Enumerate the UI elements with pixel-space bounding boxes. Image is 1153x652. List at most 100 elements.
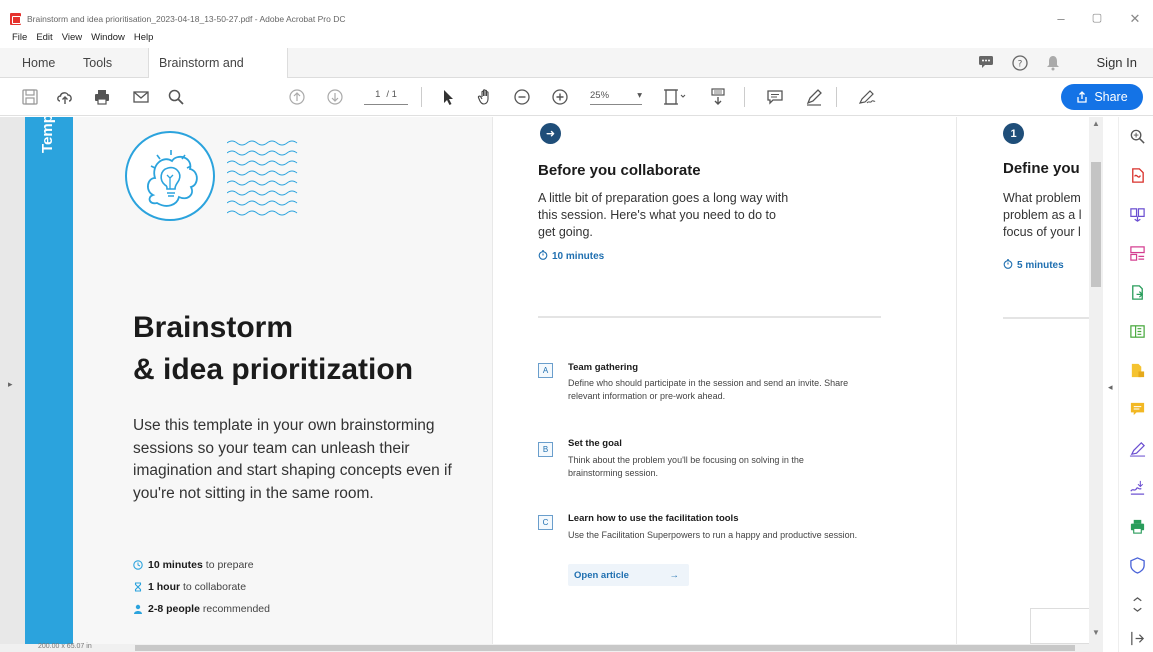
notification-bell-icon[interactable] xyxy=(1046,55,1060,74)
save-icon[interactable] xyxy=(20,87,40,107)
next-page-icon[interactable] xyxy=(325,87,345,107)
item-title-facilitation-tools: Learn how to use the facilitation tools xyxy=(568,513,739,524)
zoom-level-value: 25% xyxy=(590,90,610,101)
highlight-pen-icon[interactable] xyxy=(804,87,824,107)
item-letter-b: B xyxy=(538,442,553,457)
item-desc-facilitation-tools: Use the Facilitation Superpowers to run … xyxy=(568,530,858,540)
stat-collaborate-label: to collaborate xyxy=(180,581,247,593)
page-title-line-1: Brainstorm xyxy=(133,311,294,344)
menu-view[interactable]: View xyxy=(62,32,82,43)
duration-label: 10 minutes xyxy=(538,250,604,263)
restore-button[interactable]: ▢ xyxy=(1087,11,1107,24)
search-icon[interactable] xyxy=(166,87,186,107)
toolbar-divider xyxy=(836,87,837,107)
combine-files-icon[interactable] xyxy=(1128,322,1146,340)
person-icon xyxy=(133,604,143,614)
horizontal-scrollbar[interactable] xyxy=(0,644,1103,652)
open-article-label: Open article xyxy=(574,569,629,581)
scroll-up-arrow-icon[interactable]: ▲ xyxy=(1092,119,1100,128)
tab-tools[interactable]: Tools xyxy=(73,48,122,78)
scroll-down-arrow-icon[interactable]: ▼ xyxy=(1092,628,1100,637)
send-for-signature-icon[interactable] xyxy=(1128,478,1146,496)
vertical-scrollbar[interactable] xyxy=(1089,117,1103,644)
page-number-field[interactable]: 1 / 1 xyxy=(364,89,408,105)
comment-icon[interactable] xyxy=(765,87,785,107)
page-size-readout: 200.00 x 65.07 in xyxy=(38,643,92,650)
comment-chat-icon[interactable] xyxy=(978,55,994,72)
previous-page-icon[interactable] xyxy=(287,87,307,107)
page-fit-icon[interactable] xyxy=(662,87,688,107)
stat-people-label: recommended xyxy=(199,603,270,615)
tab-bar: Home Tools Brainstorm and ide...× ? Sign… xyxy=(0,48,1153,100)
window-title-text: Brainstorm and idea prioritisation_2023-… xyxy=(27,14,346,24)
share-button[interactable]: Share xyxy=(1061,84,1143,110)
export-pdf-icon[interactable] xyxy=(1128,166,1146,184)
collapse-panel-icon[interactable] xyxy=(1128,629,1146,647)
close-window-button[interactable]: ✕ xyxy=(1125,11,1145,27)
tab-home[interactable]: Home xyxy=(12,48,65,78)
vertical-scroll-thumb[interactable] xyxy=(1091,162,1101,287)
zoom-out-icon[interactable] xyxy=(512,87,532,107)
request-signatures-icon[interactable] xyxy=(1128,361,1146,379)
upload-cloud-icon[interactable] xyxy=(55,87,75,107)
open-article-button[interactable]: Open article → xyxy=(568,564,689,586)
menu-file[interactable]: File xyxy=(12,32,27,43)
stat-people-value: 2-8 people xyxy=(148,603,200,615)
zoom-search-icon[interactable] xyxy=(1128,127,1146,145)
create-pdf-icon[interactable] xyxy=(1128,283,1146,301)
stat-people: 2-8 people recommended xyxy=(133,603,270,615)
clock-icon xyxy=(133,560,143,570)
stat-prepare-label: to prepare xyxy=(202,559,254,571)
right-tools-rail xyxy=(1118,117,1153,652)
sign-in-link[interactable]: Sign In xyxy=(1097,55,1137,70)
toolbar-divider xyxy=(421,87,422,107)
tab-document[interactable]: Brainstorm and ide...× xyxy=(148,48,288,100)
section-description: A little bit of preparation goes a long … xyxy=(538,191,789,239)
menu-edit[interactable]: Edit xyxy=(36,32,52,43)
fill-sign-icon[interactable] xyxy=(857,87,877,107)
duration-value: 10 minutes xyxy=(552,251,605,262)
select-cursor-icon[interactable] xyxy=(438,87,458,107)
document-viewport[interactable]: ▸ Temp Brainstorm & idea prioritization … xyxy=(0,117,1093,644)
scroll-mode-icon[interactable] xyxy=(708,87,728,107)
minimize-button[interactable]: – xyxy=(1051,11,1071,26)
stat-prepare: 10 minutes to prepare xyxy=(133,559,254,571)
page-title: Brainstorm & idea prioritization xyxy=(133,307,413,391)
item-desc-set-goal: Think about the problem you'll be focusi… xyxy=(568,455,804,478)
arrow-step-icon: ➜ xyxy=(540,123,561,144)
page-total: / 1 xyxy=(386,89,397,100)
define-desc-line-2: problem as a l xyxy=(1003,208,1082,222)
protect-shield-icon[interactable] xyxy=(1128,556,1146,574)
left-panel-toggle-icon[interactable]: ▸ xyxy=(8,379,13,390)
help-icon[interactable]: ? xyxy=(1012,55,1028,74)
print-production-icon[interactable] xyxy=(1128,517,1146,535)
zoom-level-select[interactable]: 25% ▾ xyxy=(590,90,642,105)
print-icon[interactable] xyxy=(92,87,112,107)
title-bar: Brainstorm and idea prioritisation_2023-… xyxy=(0,0,1153,32)
zoom-in-icon[interactable] xyxy=(550,87,570,107)
arrow-right-icon: → xyxy=(669,569,680,581)
hourglass-icon xyxy=(133,582,143,592)
email-icon[interactable] xyxy=(131,87,151,107)
horizontal-scroll-thumb[interactable] xyxy=(135,645,1075,651)
right-panel-toggle-icon[interactable]: ◂ xyxy=(1108,382,1113,393)
more-tools-icon[interactable] xyxy=(1128,595,1146,613)
organize-pages-icon[interactable] xyxy=(1128,205,1146,223)
menu-window[interactable]: Window xyxy=(91,32,125,43)
share-button-label: Share xyxy=(1094,90,1128,104)
item-title-set-goal: Set the goal xyxy=(568,438,622,449)
stat-collaborate-value: 1 hour xyxy=(148,581,181,593)
comment-tool-icon[interactable] xyxy=(1128,400,1146,418)
stat-prepare-value: 10 minutes xyxy=(148,559,203,571)
edit-pdf-icon[interactable] xyxy=(1128,244,1146,262)
hand-tool-icon[interactable] xyxy=(476,87,496,107)
toolbar: 1 / 1 25% ▾ xyxy=(0,78,1153,116)
item-letter-c: C xyxy=(538,515,553,530)
define-duration-value: 5 minutes xyxy=(1017,260,1064,271)
stopwatch-icon xyxy=(538,250,548,263)
menu-help[interactable]: Help xyxy=(134,32,154,43)
page-title-line-2: & idea prioritization xyxy=(133,353,414,386)
fill-and-sign-icon[interactable] xyxy=(1128,439,1146,457)
page-current: 1 xyxy=(375,89,381,100)
acrobat-pdf-icon xyxy=(10,13,21,25)
